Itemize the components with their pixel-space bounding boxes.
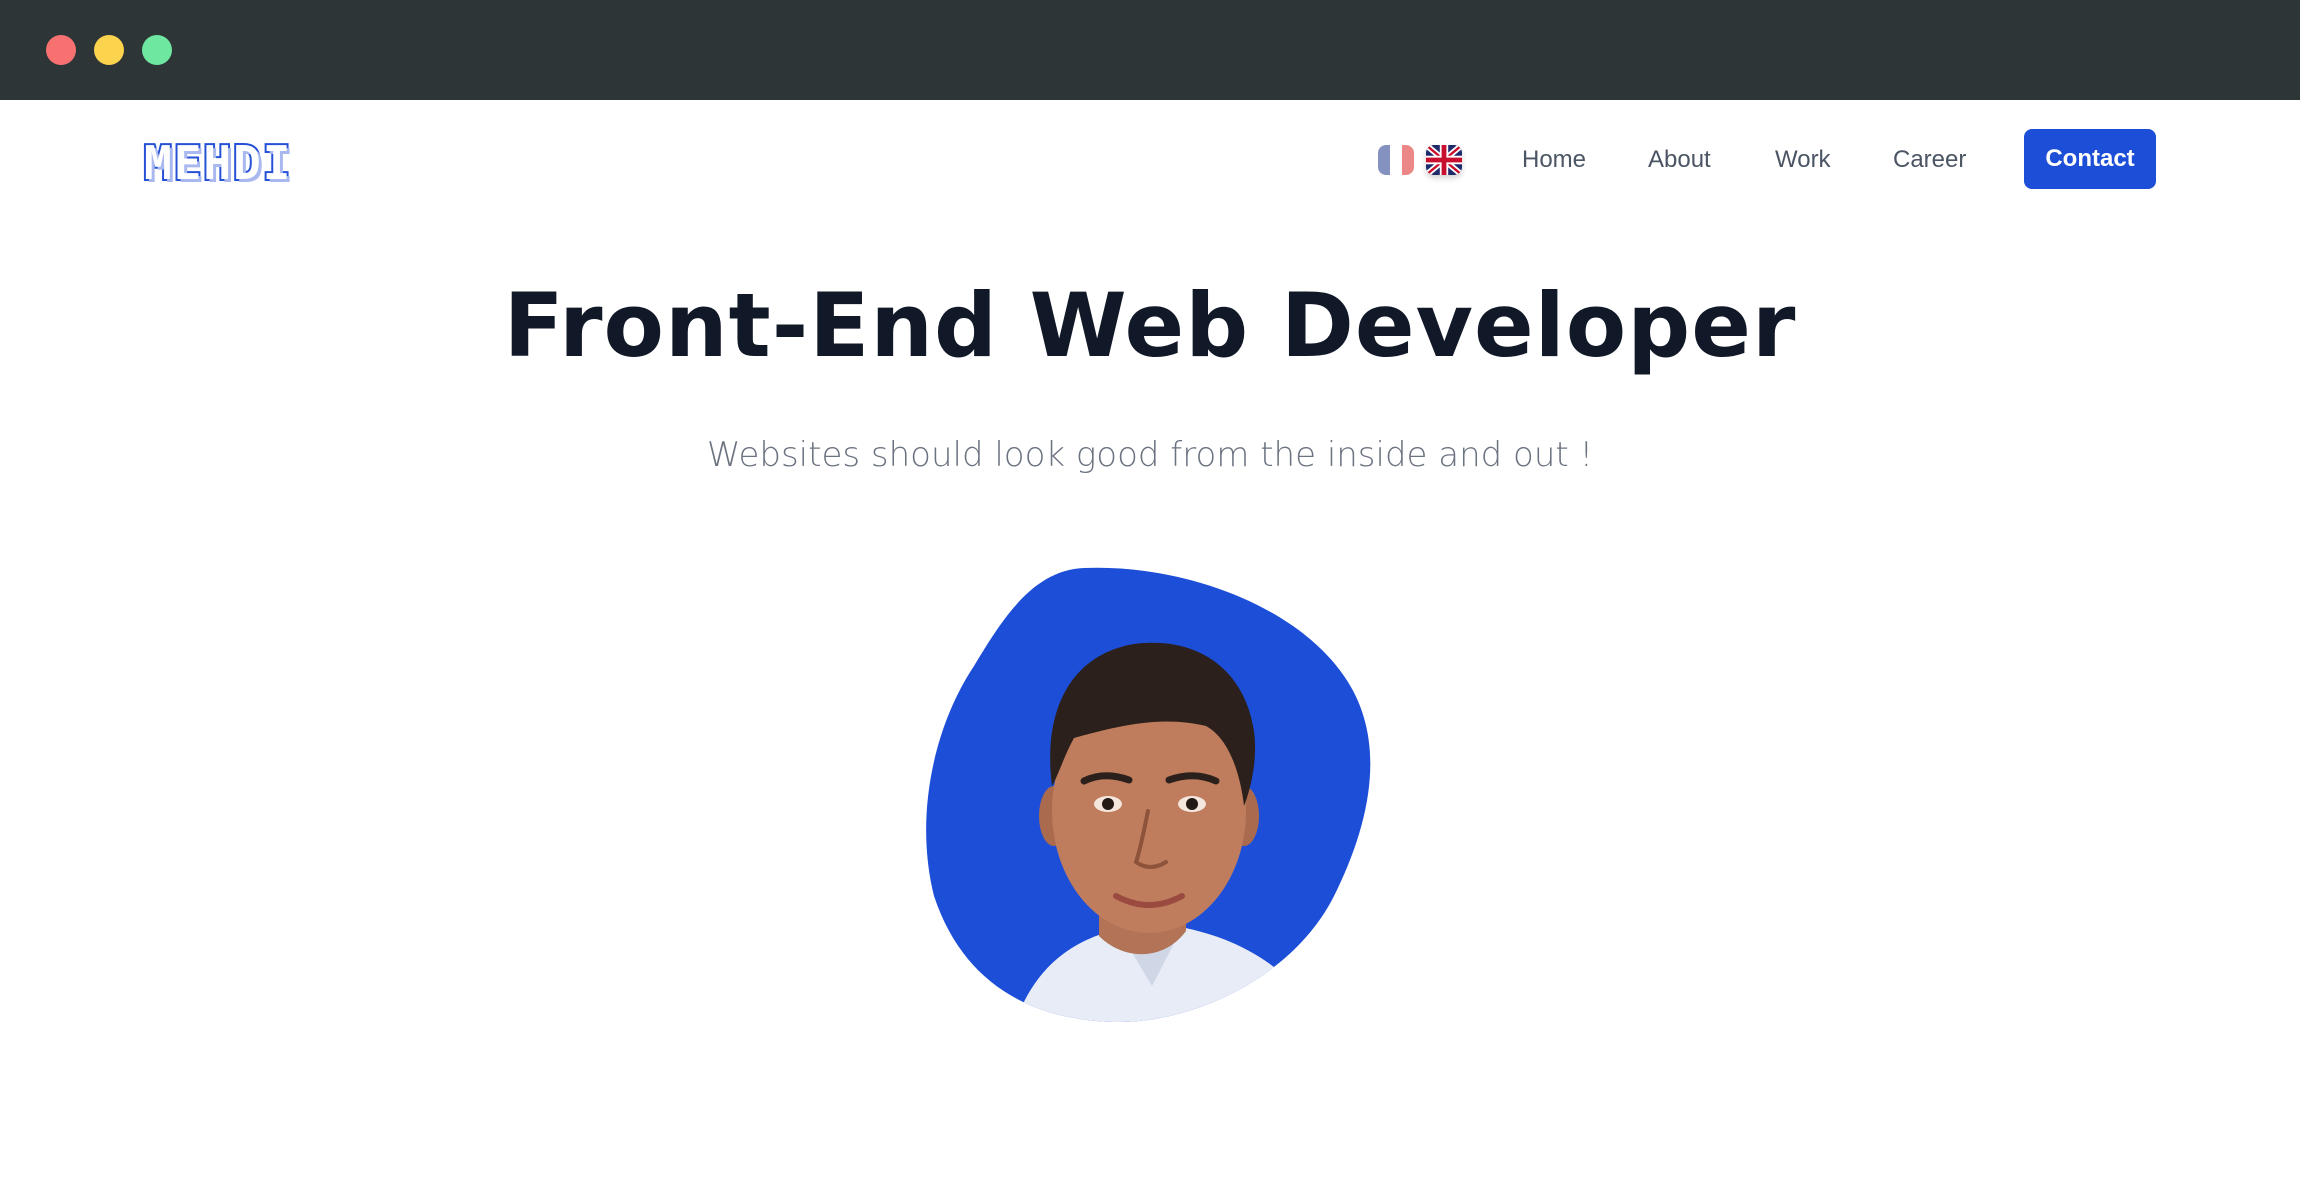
nav-home[interactable]: Home (1522, 142, 1586, 178)
uk-flag-icon[interactable] (1426, 145, 1462, 175)
minimize-window-button[interactable] (94, 35, 124, 65)
hero-title: Front-End Web Developer (503, 274, 1797, 377)
france-flag-icon[interactable] (1378, 145, 1414, 175)
profile-portrait (926, 567, 1371, 1023)
maximize-window-button[interactable] (142, 35, 172, 65)
nav-career[interactable]: Career (1893, 142, 1966, 178)
close-window-button[interactable] (46, 35, 76, 65)
site-logo[interactable]: MEHDI (142, 138, 292, 188)
language-switcher (1378, 145, 1462, 175)
hero-subtitle: Websites should look good from the insid… (706, 435, 1594, 475)
contact-button[interactable]: Contact (2024, 129, 2156, 189)
nav-about[interactable]: About (1648, 142, 1711, 178)
nav-work[interactable]: Work (1775, 142, 1831, 178)
page-content: MEHDI Home About Work Career Contact Fro… (0, 100, 2300, 1181)
window-titlebar (0, 0, 2300, 100)
